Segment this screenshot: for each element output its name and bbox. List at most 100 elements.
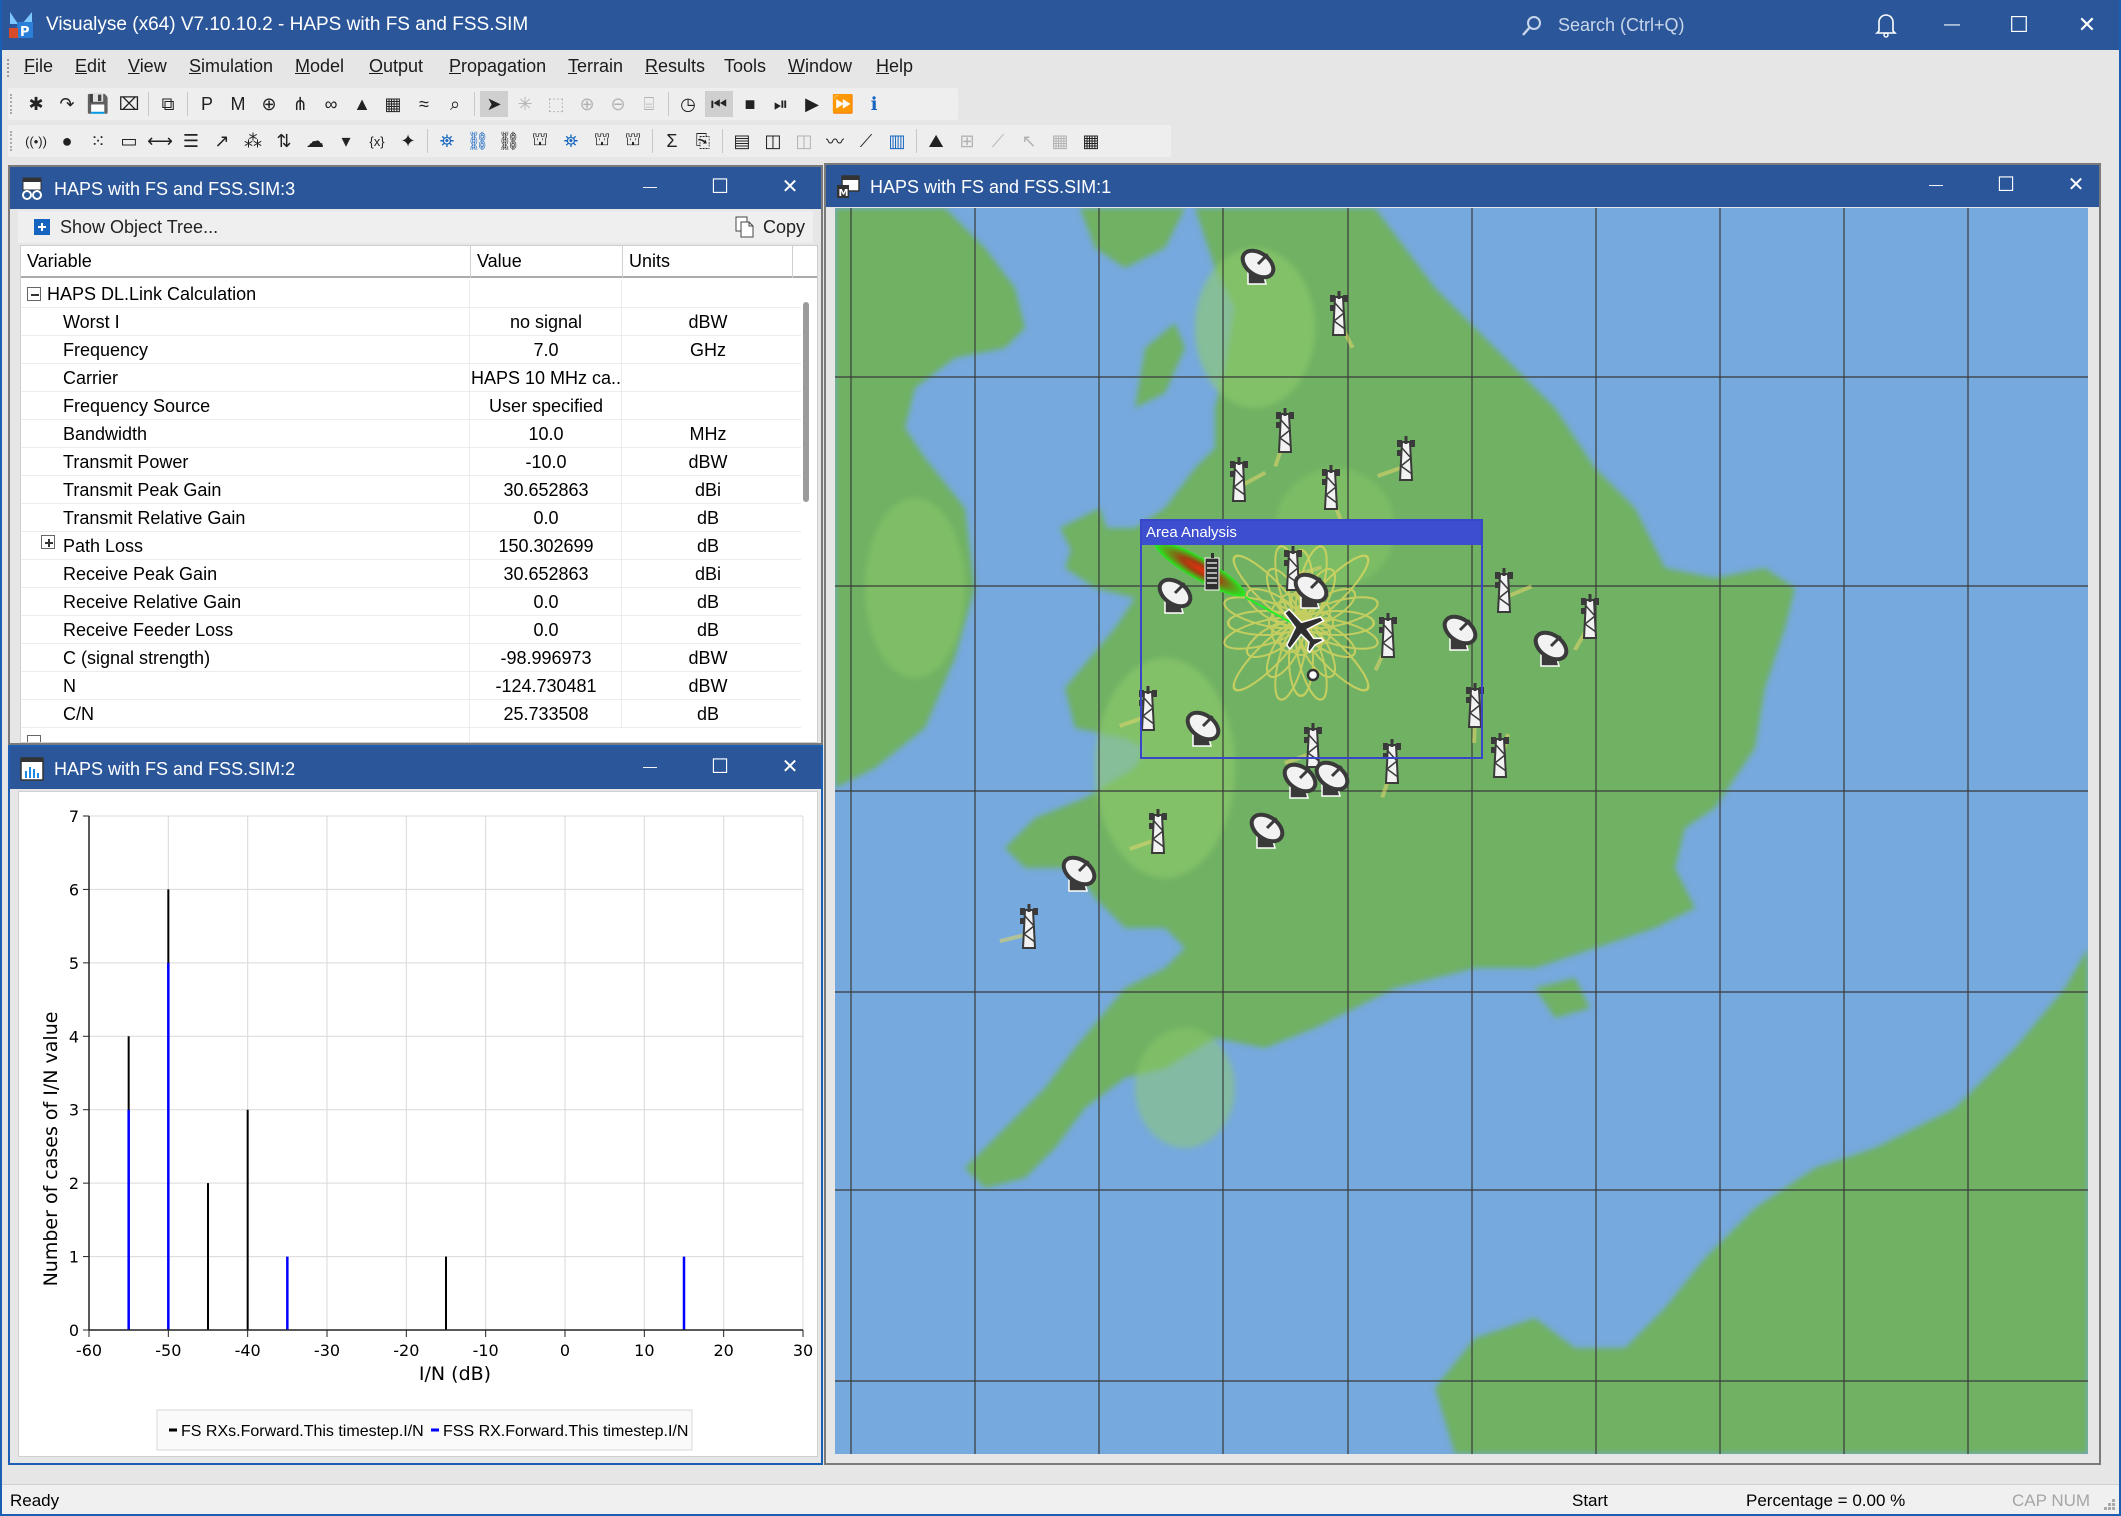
collapse-icon[interactable]	[27, 735, 41, 742]
maximize-button[interactable]: ☐	[1989, 0, 2049, 50]
close-file-button[interactable]: ⌧	[115, 91, 143, 117]
table-row[interactable]: Transmit Peak Gain 30.652863 dBi	[21, 476, 801, 504]
new-globe-view-button[interactable]: ⊕	[255, 91, 283, 117]
new-tree-view-button[interactable]: ⋔	[286, 91, 314, 117]
select-pointer-button[interactable]: ➤	[480, 91, 508, 117]
map-window-close[interactable]: ✕	[2051, 169, 2101, 199]
map-canvas[interactable]	[835, 208, 2088, 1454]
new-map-view-button[interactable]: M	[224, 91, 252, 117]
tower-network-button[interactable]: ⛫	[526, 128, 554, 154]
step-button[interactable]: ⏯	[767, 91, 795, 117]
new-terrain-view-button[interactable]: ▲	[348, 91, 376, 117]
select-region-button[interactable]: ⬚	[542, 91, 570, 117]
menu-results[interactable]: Results	[645, 56, 705, 77]
link-button[interactable]: ⟷	[146, 128, 174, 154]
chart-window-close[interactable]: ✕	[765, 751, 815, 781]
stop-button[interactable]: ■	[736, 91, 764, 117]
propagation-button[interactable]: ⇅	[270, 128, 298, 154]
menu-model[interactable]: Model	[295, 56, 344, 77]
table-row[interactable]: C (signal strength) -98.996973 dBW	[21, 644, 801, 672]
new-link-view-button[interactable]: ⌕	[441, 91, 469, 117]
info-button[interactable]: ℹ	[860, 91, 888, 117]
table-row[interactable]: Transmit Relative Gain 0.0 dB	[21, 504, 801, 532]
table-row[interactable]: Worst I no signal dBW	[21, 308, 801, 336]
show-object-tree-button[interactable]: Show Object Tree...	[34, 215, 218, 239]
menu-window[interactable]: Window	[788, 56, 852, 77]
save-button[interactable]: 💾	[84, 91, 112, 117]
table-row[interactable]: Receive Feeder Loss 0.0 dB	[21, 616, 801, 644]
cdf-button[interactable]: ⟋	[852, 128, 880, 154]
tower-forward-button[interactable]: ⛫	[588, 128, 616, 154]
zoom-in-button[interactable]: ⊕	[573, 91, 601, 117]
copy-button[interactable]: ⧉	[154, 91, 182, 117]
new-plot-view-button[interactable]: P	[193, 91, 221, 117]
import-button[interactable]: ⎘	[689, 128, 717, 154]
report-button[interactable]: ▤	[728, 128, 756, 154]
map-window-minimize[interactable]: —	[1911, 169, 1961, 199]
close-button[interactable]: ✕	[2057, 0, 2117, 50]
histogram-button[interactable]: ▥	[883, 128, 911, 154]
menu-simulation[interactable]: Simulation	[189, 56, 273, 77]
station-defined-button[interactable]: ⛯	[433, 128, 461, 154]
menu-tools[interactable]: Tools	[724, 56, 766, 77]
new-file-button[interactable]: ✱	[22, 91, 50, 117]
building-settings-button[interactable]: ▦	[1077, 128, 1105, 154]
chart-window-titlebar[interactable]: HAPS with FS and FSS.SIM:2 — ☐ ✕	[10, 747, 821, 789]
tower-reverse-button[interactable]: ⛫	[619, 128, 647, 154]
table-row[interactable]: Path Loss 150.302699 dB	[21, 532, 801, 560]
expand-icon[interactable]	[41, 535, 55, 549]
environment-button[interactable]: ☁	[301, 128, 329, 154]
table-row[interactable]: Carrier HAPS 10 MHz ca...	[21, 364, 801, 392]
interference-path-button[interactable]: ↗	[208, 128, 236, 154]
variables-window-maximize[interactable]: ☐	[695, 171, 745, 201]
time-series-button[interactable]: 〰	[821, 128, 849, 154]
table-row[interactable]: Frequency 7.0 GHz	[21, 336, 801, 364]
clock-button[interactable]: ◷	[674, 91, 702, 117]
variables-window-minimize[interactable]: —	[625, 171, 675, 201]
menu-edit[interactable]: Edit	[75, 56, 106, 77]
new-pattern-view-button[interactable]: ≈	[410, 91, 438, 117]
variables-window-close[interactable]: ✕	[765, 171, 815, 201]
table-row[interactable]: Bandwidth 10.0 MHz	[21, 420, 801, 448]
menu-propagation[interactable]: Propagation	[449, 56, 546, 77]
station-button[interactable]: ●	[53, 128, 81, 154]
dropdown-arrow-button[interactable]: ▾	[332, 128, 360, 154]
column-header-variable[interactable]: Variable	[21, 246, 471, 278]
map-window-maximize[interactable]: ☐	[1981, 169, 2031, 199]
antenna-button[interactable]: ▭	[115, 128, 143, 154]
table-row[interactable]: Transmit Power -10.0 dBW	[21, 448, 801, 476]
copy-button[interactable]: Copy	[735, 215, 805, 239]
sum-button[interactable]: Σ	[658, 128, 686, 154]
map-view[interactable]: Area Analysis	[835, 208, 2088, 1454]
menu-help[interactable]: Help	[876, 56, 913, 77]
area-analysis-box[interactable]: Area Analysis	[1140, 519, 1483, 759]
link-group-button[interactable]: ☰	[177, 128, 205, 154]
variables-button[interactable]: {x}	[363, 128, 391, 154]
transmitter-button[interactable]: ((•))	[22, 128, 50, 154]
add-terrain-button[interactable]: ⊞	[953, 128, 981, 154]
variables-window-titlebar[interactable]: HAPS with FS and FSS.SIM:3 — ☐ ✕	[10, 167, 821, 209]
vertical-scrollbar[interactable]	[803, 302, 809, 502]
menu-view[interactable]: View	[128, 56, 167, 77]
toolbar-grip[interactable]	[10, 94, 12, 114]
select-path-button[interactable]: ↖	[1015, 128, 1043, 154]
zoom-100-button[interactable]: ⌸	[635, 91, 663, 117]
group-row[interactable]: HAPS DL.Link Calculation	[21, 280, 801, 308]
add-building-button[interactable]: ▦	[1046, 128, 1074, 154]
open-file-button[interactable]: ↷	[53, 91, 81, 117]
area-analysis-button[interactable]: ◫	[759, 128, 787, 154]
chart-window-maximize[interactable]: ☐	[695, 751, 745, 781]
terrain-button[interactable]: ⛰	[922, 128, 950, 154]
table-row[interactable]: C/N 25.733508 dB	[21, 700, 801, 728]
table-row[interactable]: Frequency Source User specified	[21, 392, 801, 420]
map-window-titlebar[interactable]: M HAPS with FS and FSS.SIM:1 — ☐ ✕	[826, 165, 2099, 207]
column-header-units[interactable]: Units	[623, 246, 793, 278]
rewind-start-button[interactable]: ⏮	[705, 91, 733, 117]
search-box[interactable]: Search (Ctrl+Q)	[1520, 12, 1820, 40]
menu-terrain[interactable]: Terrain	[568, 56, 623, 77]
menu-output[interactable]: Output	[369, 56, 423, 77]
table-row[interactable]: Receive Peak Gain 30.652863 dBi	[21, 560, 801, 588]
collapse-icon[interactable]	[27, 287, 41, 301]
column-header-value[interactable]: Value	[471, 246, 623, 278]
zoom-out-button[interactable]: ⊖	[604, 91, 632, 117]
